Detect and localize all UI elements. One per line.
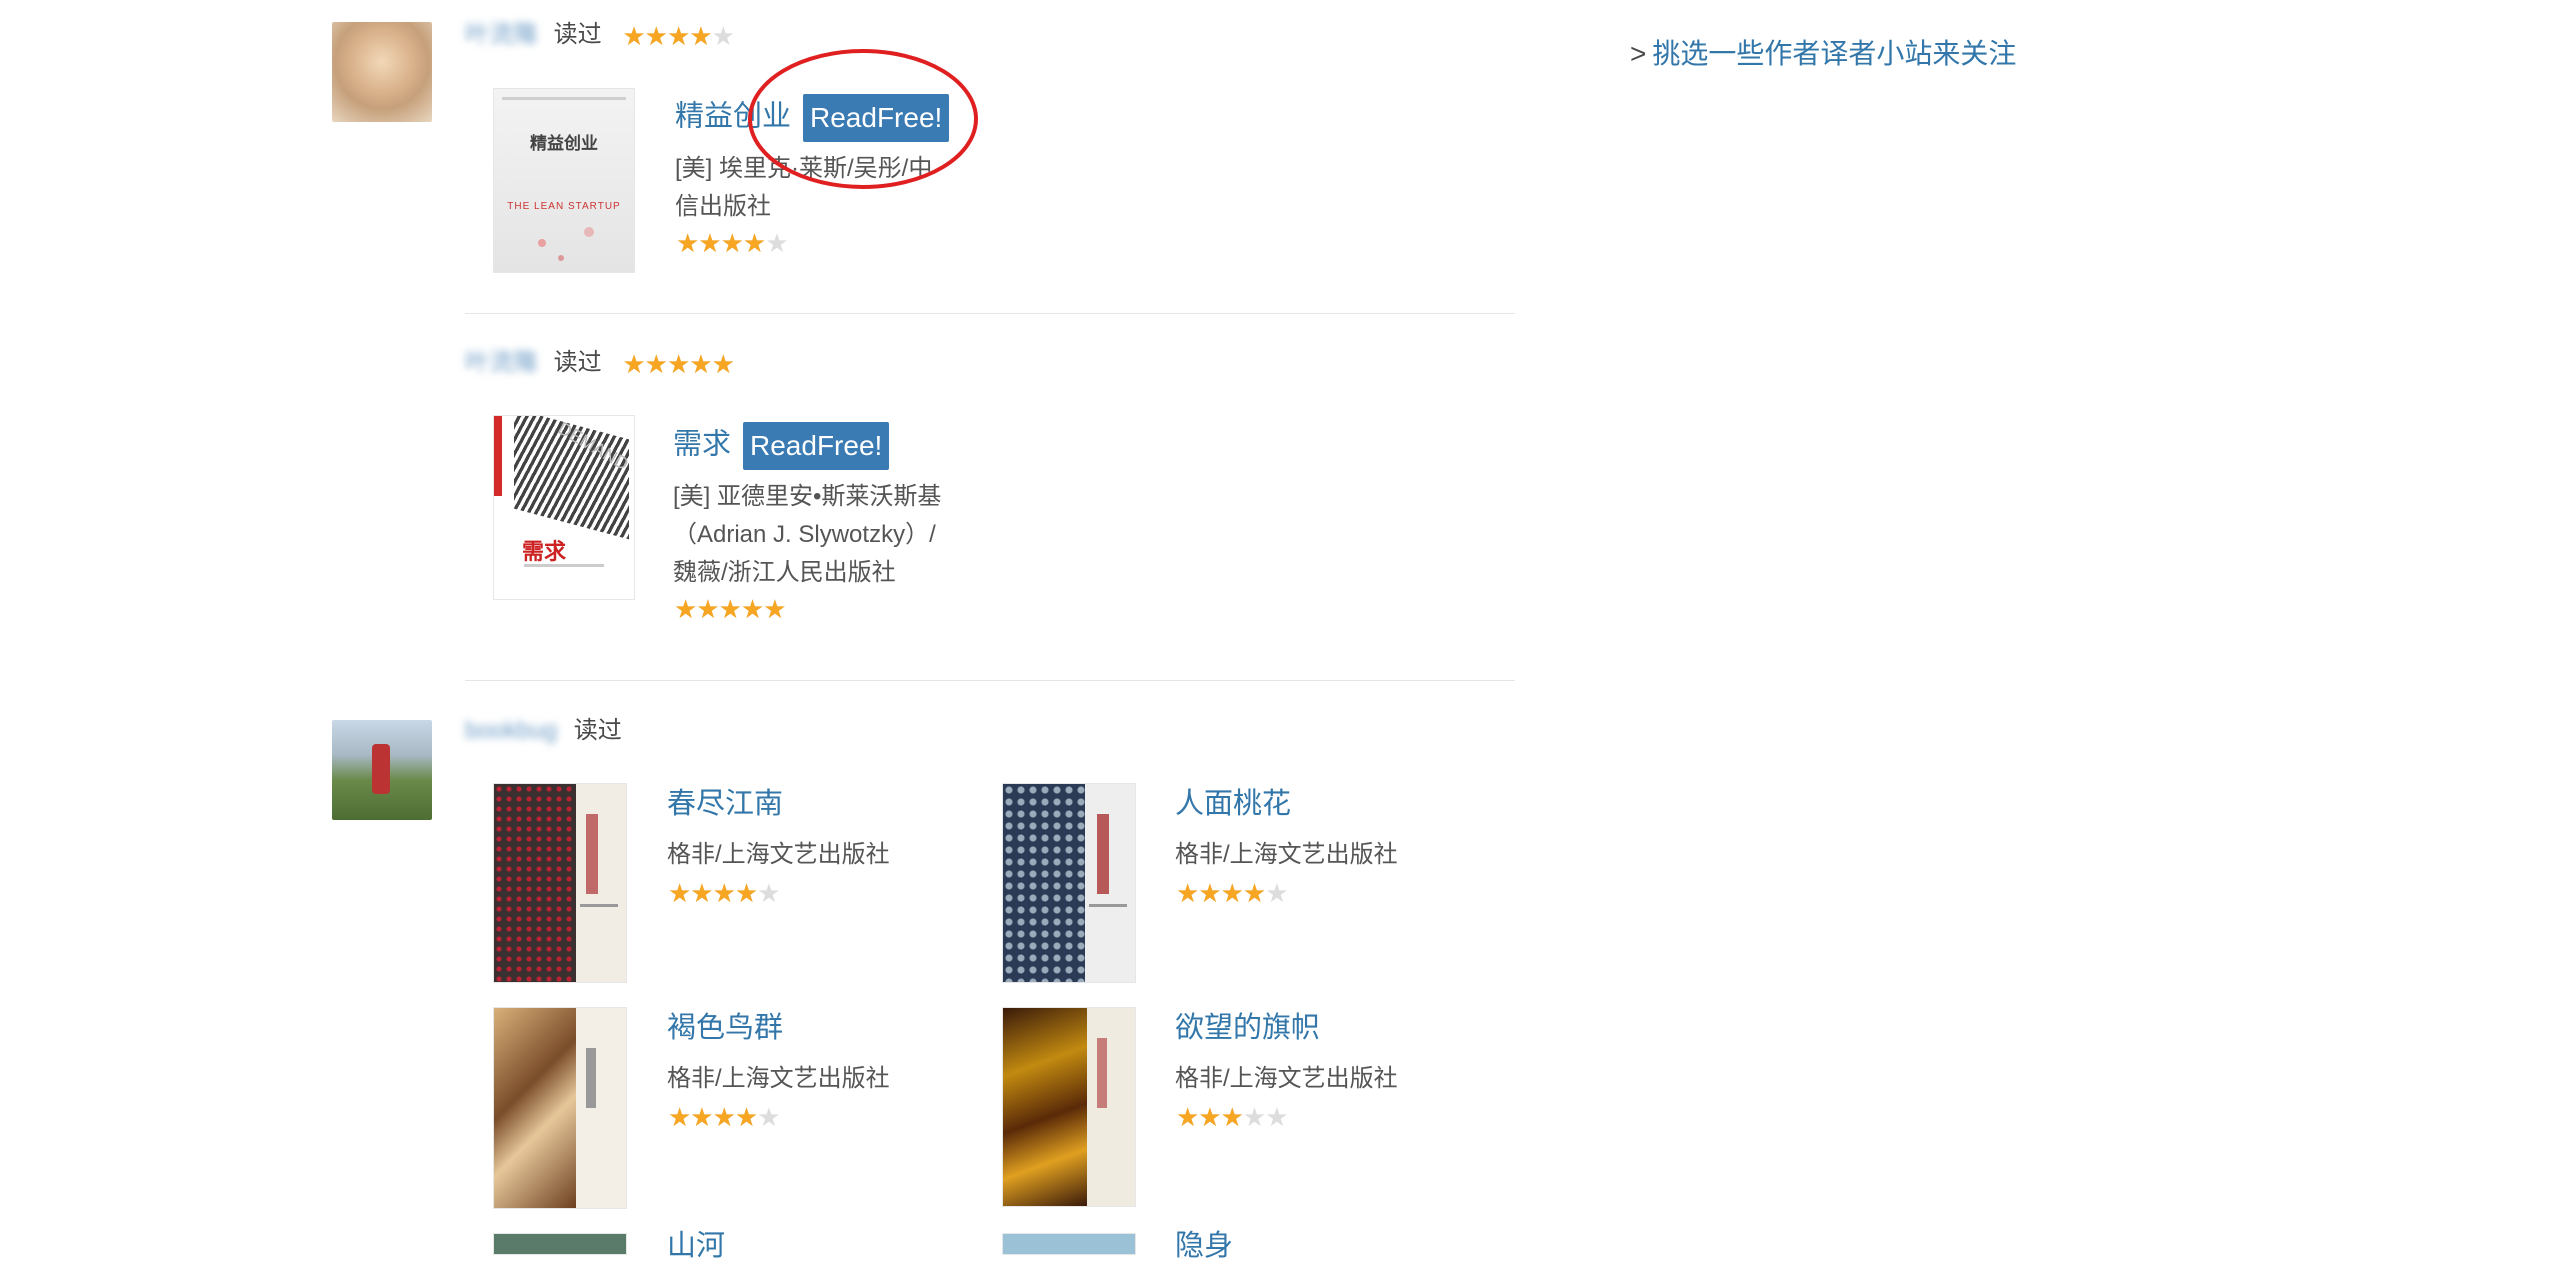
book-title-link[interactable]: 隐身 xyxy=(1175,1228,1233,1264)
book-title-link[interactable]: 欲望的旗帜 xyxy=(1175,1010,1320,1046)
avatar[interactable] xyxy=(332,22,432,122)
book-meta: [美] 埃里克·莱斯/吴彤/中 信出版社 xyxy=(675,150,932,226)
book-cover[interactable] xyxy=(1002,1007,1136,1207)
book-title-row: 精益创业 ReadFree! xyxy=(675,94,950,142)
book-meta-line: [美] 亚德里安•斯莱沃斯基 xyxy=(673,483,942,510)
activity-line: bookbug 读过 xyxy=(465,716,622,746)
book-rating: ★★★★★★★★★★ xyxy=(668,1102,781,1132)
entry-divider xyxy=(465,680,1515,681)
book-meta-line: 魏薇/浙江人民出版社 xyxy=(673,559,896,586)
user-rating: ★★★★★★★★★★ xyxy=(622,348,735,379)
book-rating: ★★★★★★★★★★ xyxy=(676,228,789,258)
book-cover[interactable] xyxy=(493,783,627,983)
book-rating: ★★★★★★★★★★ xyxy=(1176,1102,1289,1132)
book-title-link[interactable]: 精益创业 xyxy=(675,101,791,133)
book-title-link[interactable]: 山河 xyxy=(667,1228,725,1264)
book-rating: ★★★★★★★★★★ xyxy=(668,878,781,908)
avatar[interactable] xyxy=(332,720,432,820)
book-cover[interactable]: DEMAND 需求 xyxy=(493,415,635,600)
book-title-link[interactable]: 人面桃花 xyxy=(1175,786,1291,822)
link-prefix: > xyxy=(1630,38,1647,69)
activity-line: 叶流殤 读过 ★★★★★★★★★★ xyxy=(465,348,735,379)
book-cover[interactable] xyxy=(493,1233,627,1255)
cover-title: 精益创业 xyxy=(530,134,598,154)
book-title-link[interactable]: 春尽江南 xyxy=(667,786,783,822)
book-title-row: 需求 ReadFree! xyxy=(673,422,890,470)
book-meta: [美] 亚德里安•斯莱沃斯基 （Adrian J. Slywotzky）/ 魏薇… xyxy=(673,478,941,592)
cover-subtitle: THE LEAN STARTUP xyxy=(507,201,621,212)
entry-divider xyxy=(465,313,1515,314)
activity-line: 叶流殤 读过 ★★★★★★★★★★ xyxy=(465,20,735,51)
activity-verb: 读过 xyxy=(573,717,622,744)
book-meta-line: [美] 埃里克·莱斯/吴彤/中 xyxy=(675,155,933,182)
book-meta-line: 信出版社 xyxy=(675,193,771,220)
user-rating: ★★★★★★★★★★ xyxy=(622,20,735,51)
book-rating: ★★★★★★★★★★ xyxy=(1176,878,1289,908)
activity-verb: 读过 xyxy=(553,349,602,376)
follow-author-text[interactable]: 挑选一些作者译者小站来关注 xyxy=(1652,38,2016,69)
book-meta: 格非/上海文艺出版社 xyxy=(667,1065,890,1092)
activity-verb: 读过 xyxy=(553,21,602,48)
book-title-link[interactable]: 需求 xyxy=(673,429,731,461)
cover-title: 需求 xyxy=(521,539,566,565)
user-name-link[interactable]: 叶流殤 xyxy=(465,21,537,48)
book-meta-line: （Adrian J. Slywotzky）/ xyxy=(673,521,936,548)
book-cover[interactable]: 精益创业 THE LEAN STARTUP xyxy=(493,88,635,273)
book-cover[interactable] xyxy=(1002,783,1136,983)
user-name-link[interactable]: 叶流殤 xyxy=(465,349,537,376)
book-rating: ★★★★★★★★★★ xyxy=(674,594,787,624)
readfree-button[interactable]: ReadFree! xyxy=(803,94,950,142)
user-name-link[interactable]: bookbug xyxy=(465,717,557,744)
book-cover[interactable] xyxy=(493,1007,627,1209)
book-title-link[interactable]: 褐色鸟群 xyxy=(667,1010,783,1046)
book-meta: 格非/上海文艺出版社 xyxy=(1175,841,1398,868)
book-meta: 格非/上海文艺出版社 xyxy=(667,841,890,868)
follow-author-link[interactable]: > 挑选一些作者译者小站来关注 xyxy=(1630,32,2016,72)
readfree-button[interactable]: ReadFree! xyxy=(743,422,890,470)
book-meta: 格非/上海文艺出版社 xyxy=(1175,1065,1398,1092)
book-cover[interactable] xyxy=(1002,1233,1136,1255)
